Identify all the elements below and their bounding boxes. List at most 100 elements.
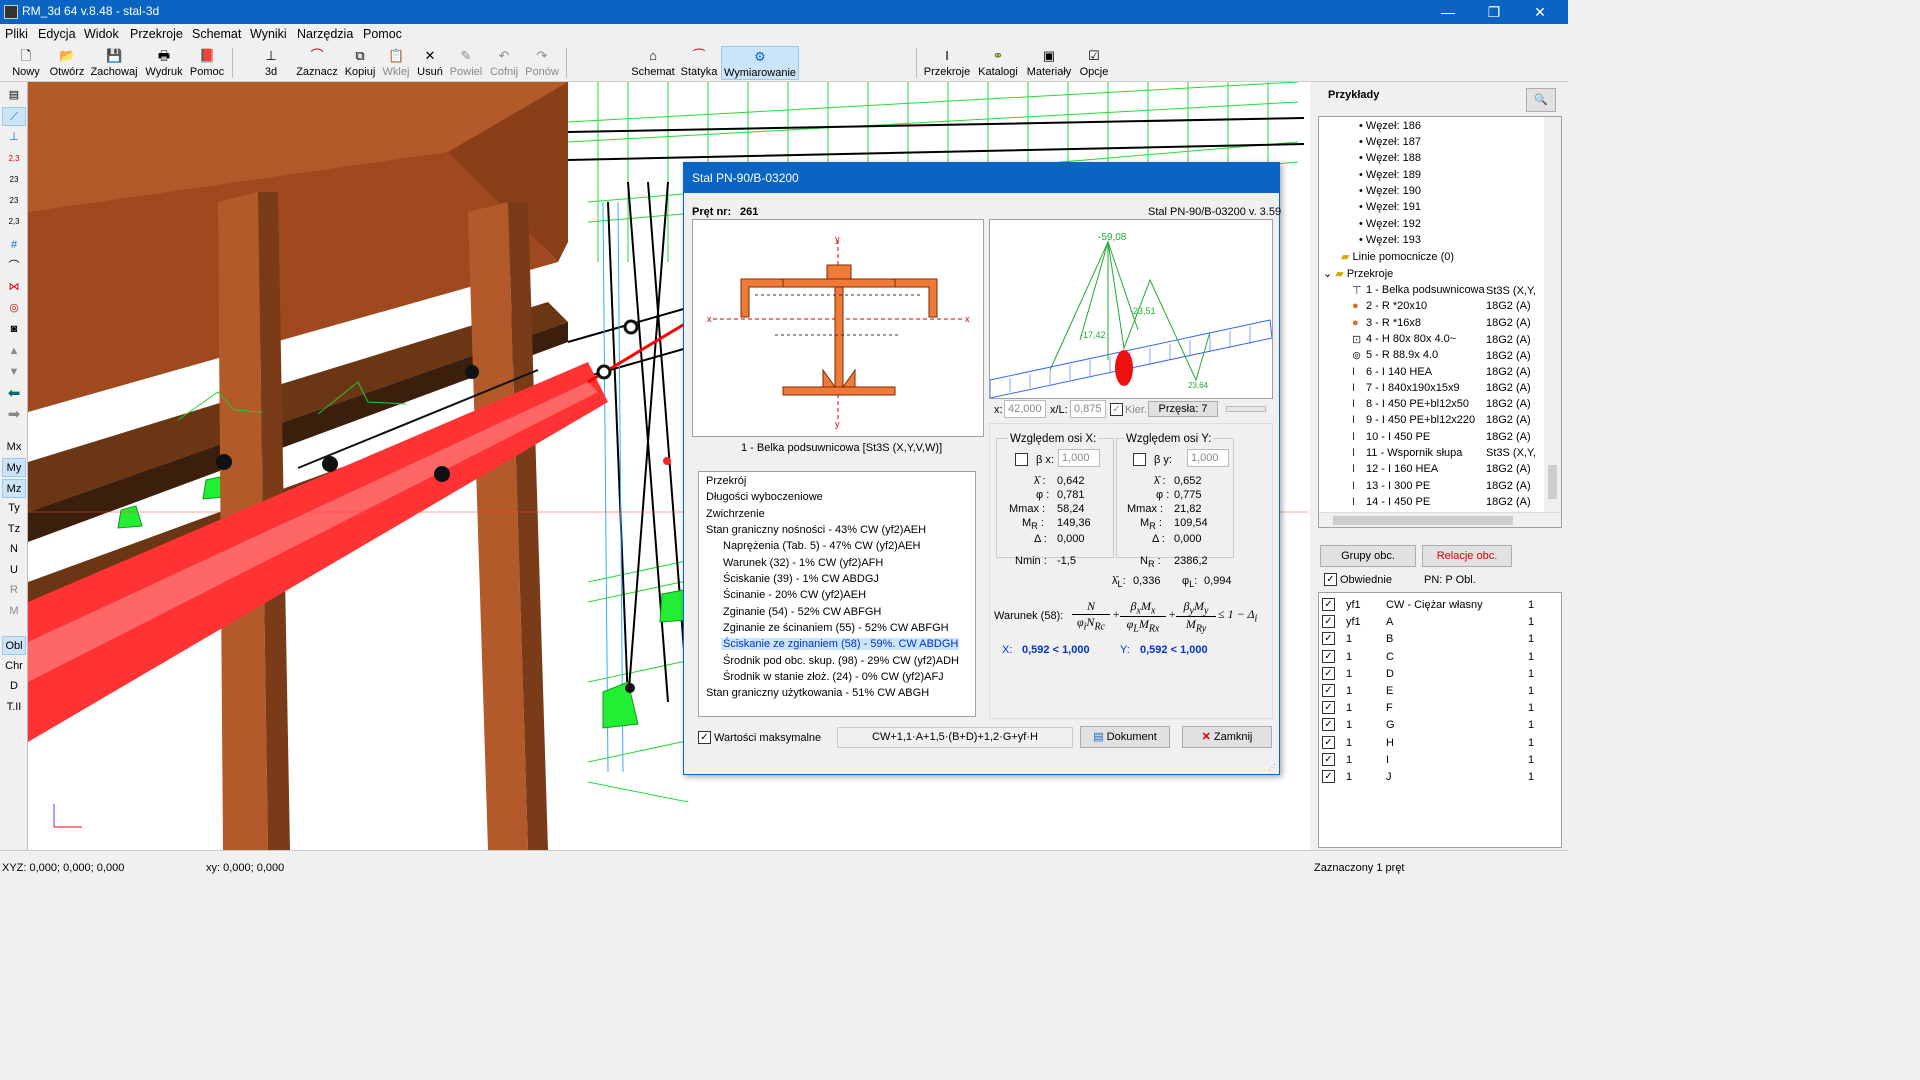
result-d-button[interactable]: D <box>2 677 26 696</box>
wydruk-button[interactable]: 🖶 Wydruk <box>143 46 185 80</box>
menu-narzedzia[interactable]: Narzędzia <box>297 27 353 41</box>
menu-wyniki[interactable]: Wyniki <box>250 27 287 41</box>
load-checkbox[interactable]: ✓ <box>1322 615 1335 629</box>
tree-item-warunek32[interactable]: Warunek (32) - 1% CW (yf2)AFH <box>723 557 883 569</box>
section-item[interactable]: ⊡ 4 - H 80x 80x 4.0~ 18G2 (A) <box>1352 333 1546 348</box>
menu-schemat[interactable]: Schemat <box>192 27 241 41</box>
grupy-obc-button[interactable]: Grupy obc. <box>1320 545 1416 567</box>
load-checkbox[interactable]: ✓ <box>1322 666 1335 680</box>
result-n-button[interactable]: N <box>2 540 26 559</box>
tree-item-naprezenia[interactable]: Naprężenia (Tab. 5) - 47% CW (yf2)AEH <box>723 540 920 552</box>
zachowaj-button[interactable]: 💾 Zachowaj <box>90 46 138 80</box>
tree-item-sciskanie39[interactable]: Ściskanie (39) - 1% CW ABDGJ <box>723 573 879 585</box>
result-m-button[interactable]: M <box>2 602 26 621</box>
tree-item-zwichrzenie[interactable]: Zwichrzenie <box>706 508 765 520</box>
statyka-button[interactable]: ⏜ Statyka <box>680 46 718 80</box>
relacje-obc-button[interactable]: Relacje obc. <box>1422 545 1512 567</box>
load-checkbox[interactable]: ✓ <box>1322 632 1335 646</box>
load-checkbox[interactable]: ✓ <box>1322 684 1335 697</box>
section-item[interactable]: ⊤ 1 - Belka podsuwnicowaSt3S (X,Y, <box>1352 284 1546 299</box>
tree-item-srodnik98[interactable]: Środnik pod obc. skup. (98) - 29% CW (yf… <box>723 655 959 667</box>
tree-item-dlugosci[interactable]: Długości wyboczeniowe <box>706 491 823 503</box>
otworz-button[interactable]: 📂 Otwórz <box>47 46 87 80</box>
beta-y-checkbox[interactable] <box>1133 453 1146 466</box>
tree-wezel-190[interactable]: • Węzeł: 190 <box>1359 185 1421 197</box>
przesla-slider[interactable] <box>1226 406 1266 412</box>
beta-y-input[interactable]: 1,000 <box>1187 449 1229 467</box>
numbers-loads-icon[interactable]: 2,3 <box>2 212 26 231</box>
resize-grip-icon[interactable]: ⋰ <box>1268 763 1276 772</box>
schemat-button[interactable]: ⌂ Schemat <box>630 46 676 80</box>
tree-wezel-193[interactable]: • Węzeł: 193 <box>1359 234 1421 246</box>
tree-item-sciskanie58[interactable]: Ściskanie ze zginaniem (58) - 59%. CW AB… <box>721 638 959 650</box>
opcje-button[interactable]: ☑ Opcje <box>1077 46 1111 80</box>
result-mz-button[interactable]: Mz <box>2 479 26 498</box>
arc-icon[interactable]: ⌒ <box>2 257 26 276</box>
kopiuj-button[interactable]: ⧉ Kopiuj <box>342 46 378 80</box>
obwiednie-checkbox[interactable]: ✓ <box>1324 573 1337 586</box>
vscroll-thumb[interactable] <box>1548 465 1557 499</box>
tree-item-zginanie55[interactable]: Zginanie ze ścinaniem (55) - 52% CW ABFG… <box>723 622 949 634</box>
tree-item-scinanie[interactable]: Ścinanie - 20% CW (yf2)AEH <box>723 589 866 601</box>
wartosci-checkbox[interactable]: ✓ <box>698 731 711 744</box>
load-checkbox[interactable]: ✓ <box>1322 770 1335 783</box>
load-checkbox[interactable]: ✓ <box>1322 718 1335 732</box>
pomoc-button[interactable]: 📕 Pomoc <box>188 46 226 80</box>
result-tii-button[interactable]: T.II <box>2 698 26 717</box>
tree-wezel-191[interactable]: • Węzeł: 191 <box>1359 201 1421 213</box>
tree-item-sgu[interactable]: Stan graniczny użytkowania - 51% CW ABGH <box>706 687 929 699</box>
arrow-right-icon[interactable]: ➡ <box>2 405 26 424</box>
tree-item-srodnik24[interactable]: Środnik w stanie złoż. (24) - 0% CW (yf2… <box>723 671 944 683</box>
tree-vscrollbar[interactable] <box>1544 117 1561 512</box>
search-button[interactable]: 🔍 <box>1526 88 1556 112</box>
section-item[interactable]: Ι 12 - I 160 HEA 18G2 (A) <box>1352 463 1546 478</box>
restore-button[interactable]: ❐ <box>1471 0 1517 24</box>
load-checkbox[interactable]: ✓ <box>1322 701 1335 715</box>
materialy-button[interactable]: ▣ Materiały <box>1024 46 1074 80</box>
tree-wezel-186[interactable]: • Węzeł: 186 <box>1359 120 1421 132</box>
numbers-sections-icon[interactable]: 23 <box>2 191 26 210</box>
section-item[interactable]: Ι 9 - I 450 PE+bl12x220 18G2 (A) <box>1352 414 1546 429</box>
arrow-up-icon[interactable]: ▲ <box>2 342 26 361</box>
beta-x-checkbox[interactable] <box>1015 453 1028 466</box>
close-button[interactable]: ✕ <box>1517 0 1563 24</box>
x-pos-input[interactable]: 42,000 <box>1004 400 1046 418</box>
tree-item-sgn[interactable]: Stan graniczny nośności - 43% CW (yf2)AE… <box>706 524 926 536</box>
wklej-button[interactable]: 📋 Wklej <box>381 46 411 80</box>
load-checkbox[interactable]: ✓ <box>1322 735 1335 749</box>
bar-draw-icon[interactable]: ⟋ <box>2 107 26 126</box>
result-tz-button[interactable]: Tz <box>2 520 26 539</box>
arrow-left-icon[interactable]: ⬅ <box>2 384 26 403</box>
result-ty-button[interactable]: Ty <box>2 499 26 518</box>
result-r-button[interactable]: R <box>2 581 26 600</box>
section-item[interactable]: Ι 14 - I 450 PE 18G2 (A) <box>1352 496 1546 511</box>
release-icon[interactable]: ⋈ <box>2 278 26 297</box>
section-item[interactable]: ⊚ 5 - R 88.9x 4.0 18G2 (A) <box>1352 349 1546 364</box>
section-item[interactable]: Ι 10 - I 450 PE 18G2 (A) <box>1352 431 1546 446</box>
menu-widok[interactable]: Widok <box>84 27 119 41</box>
load-checkbox[interactable]: ✓ <box>1322 649 1335 663</box>
zamknij-button[interactable]: ✕ Zamknij <box>1182 726 1272 748</box>
tree-wezel-188[interactable]: • Węzeł: 188 <box>1359 152 1421 164</box>
xl-input[interactable]: 0,875 <box>1070 400 1106 418</box>
section-item[interactable]: Ι 6 - I 140 HEA 18G2 (A) <box>1352 366 1546 381</box>
cofnij-button[interactable]: ↶ Cofnij <box>487 46 521 80</box>
section-item[interactable]: ● 2 - R *20x10 18G2 (A) <box>1352 300 1546 315</box>
menu-pomoc[interactable]: Pomoc <box>363 27 402 41</box>
section-item[interactable]: Ι 8 - I 450 PE+bl12x50 18G2 (A) <box>1352 398 1546 413</box>
numbers-nodes-icon[interactable]: 2,3 <box>2 149 26 168</box>
menu-pliki[interactable]: Pliki <box>5 27 28 41</box>
tree-hscrollbar[interactable] <box>1319 512 1561 527</box>
result-chr-button[interactable]: Chr <box>2 657 26 676</box>
przekroje-button[interactable]: Ι Przekroje <box>923 46 971 80</box>
section-item[interactable]: Ι 13 - I 300 PE 18G2 (A) <box>1352 480 1546 495</box>
section-item[interactable]: ● 3 - R *16x8 18G2 (A) <box>1352 317 1546 332</box>
tree-linie[interactable]: ▰ Linie pomocnicze (0) <box>1341 250 1454 263</box>
tree-item-zginanie54[interactable]: Zginanie (54) - 52% CW ABFGH <box>723 606 881 618</box>
dokument-button[interactable]: ▤ Dokument <box>1080 726 1170 748</box>
support-icon[interactable]: ⊥ <box>2 128 26 147</box>
load-checkbox[interactable]: ✓ <box>1322 752 1335 766</box>
target-icon[interactable]: ◎ <box>2 299 26 318</box>
tree-wezel-192[interactable]: • Węzeł: 192 <box>1359 218 1421 230</box>
arrow-down-icon[interactable]: ▼ <box>2 363 26 382</box>
